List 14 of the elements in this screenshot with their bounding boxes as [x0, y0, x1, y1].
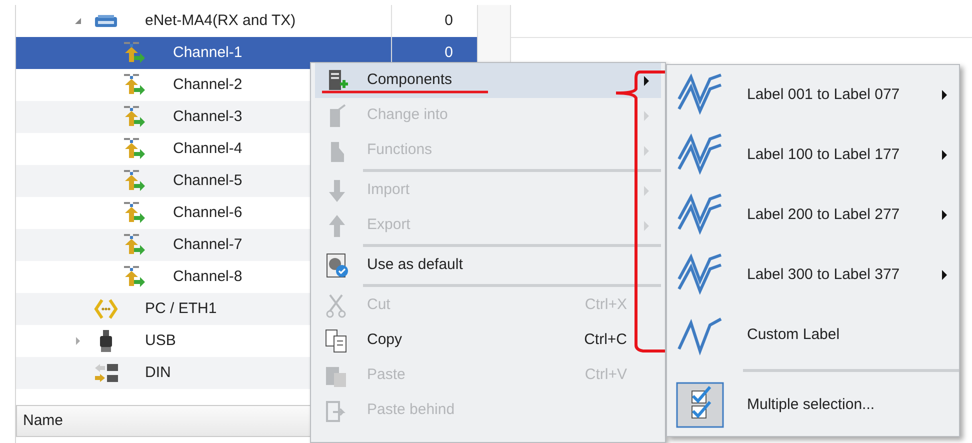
count-value: 0: [444, 12, 453, 29]
tree-item-label: Channel-7: [173, 234, 242, 255]
tree-item-label: eNet-MA4(RX and TX): [145, 10, 296, 31]
tree-item-label: Channel-3: [173, 106, 242, 127]
tree-item-label: Channel-2: [173, 74, 242, 95]
tree-item-label: Channel-6: [173, 202, 242, 223]
tree-item-label: Channel-1: [173, 42, 242, 63]
tree-item-label: DIN: [145, 362, 171, 383]
count-value: 0: [444, 44, 453, 61]
tree-item-label: PC / ETH1: [145, 298, 217, 319]
tree-item-label: Channel-8: [173, 266, 242, 287]
tree-item-label: USB: [145, 330, 176, 351]
tree-item-label: Channel-5: [173, 170, 242, 191]
tree-item-label: Channel-4: [173, 138, 242, 159]
